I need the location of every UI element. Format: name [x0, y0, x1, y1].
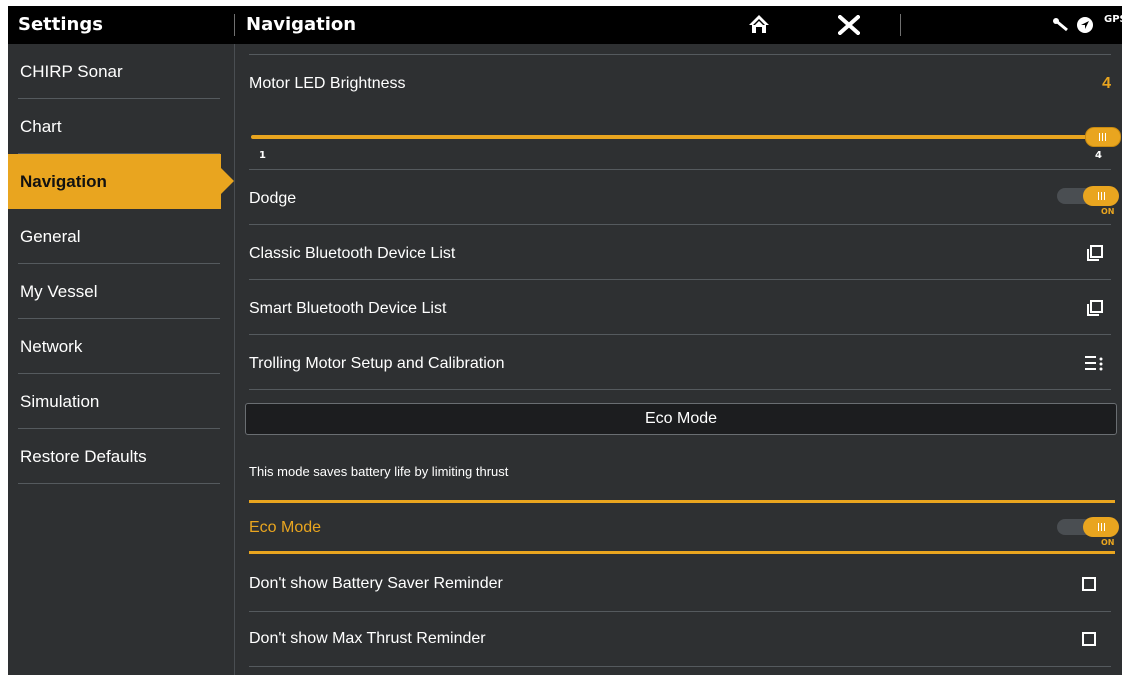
sidebar-item-label: My Vessel	[20, 281, 98, 301]
sidebar-item-label: Restore Defaults	[20, 446, 147, 466]
eco-mode-description: This mode saves battery life by limiting…	[249, 464, 509, 479]
page-title: Navigation	[246, 14, 357, 35]
divider	[249, 169, 1111, 170]
thrust-reminder-row[interactable]: Don't show Max Thrust Reminder	[249, 627, 1121, 651]
divider	[249, 54, 1111, 55]
smart-bluetooth-label: Smart Bluetooth Device List	[249, 300, 447, 317]
trolling-motor-row[interactable]: Trolling Motor Setup and Calibration	[249, 352, 1121, 376]
divider	[249, 279, 1111, 280]
thrust-reminder-checkbox[interactable]	[1082, 632, 1096, 646]
settings-title: Settings	[18, 14, 103, 35]
icon-divider	[900, 14, 901, 36]
sidebar-item-navigation[interactable]: Navigation	[8, 154, 234, 209]
sidebar-item-label: General	[20, 226, 81, 246]
top-bar: Settings Navigation GPS	[8, 6, 1122, 44]
eco-mode-section-title: Eco Mode	[644, 410, 718, 427]
home-icon[interactable]	[748, 13, 770, 35]
sidebar-item-label: Network	[20, 336, 83, 356]
divider	[249, 224, 1111, 225]
eco-mode-toggle-state: ON	[1101, 538, 1115, 547]
sidebar-item-simulation[interactable]: Simulation	[8, 374, 234, 429]
sidebar-item-label: Chart	[20, 116, 62, 136]
trolling-motor-label: Trolling Motor Setup and Calibration	[249, 355, 505, 372]
dodge-toggle[interactable]: ON	[1057, 186, 1121, 216]
slider-max-label: 4	[1095, 150, 1102, 161]
navigation-icon	[1077, 17, 1093, 33]
divider	[249, 666, 1111, 667]
battery-reminder-row[interactable]: Don't show Battery Saver Reminder	[249, 572, 1121, 596]
divider	[249, 611, 1111, 612]
thrust-reminder-label: Don't show Max Thrust Reminder	[249, 630, 486, 647]
battery-reminder-checkbox[interactable]	[1082, 577, 1096, 591]
eco-mode-label: Eco Mode	[249, 519, 322, 536]
highlight-line	[249, 551, 1115, 554]
menu-list-icon[interactable]	[1084, 354, 1104, 372]
divider	[249, 334, 1111, 335]
smart-bluetooth-row[interactable]: Smart Bluetooth Device List	[249, 297, 1121, 321]
sidebar-item-network[interactable]: Network	[8, 319, 234, 374]
sidebar-item-label: Simulation	[20, 391, 100, 411]
settings-panel: Motor LED Brightness 4 1 4 Dodge ON Clas…	[235, 44, 1122, 675]
sidebar-item-chart[interactable]: Chart	[8, 99, 234, 154]
slider-min-label: 1	[259, 150, 266, 161]
highlight-line	[249, 500, 1115, 503]
dodge-label: Dodge	[249, 190, 297, 207]
divider	[249, 389, 1111, 390]
dodge-toggle-state: ON	[1101, 207, 1115, 216]
battery-reminder-label: Don't show Battery Saver Reminder	[249, 575, 503, 592]
app-frame: Settings Navigation GPS CHIRP Sonar Char…	[8, 6, 1122, 675]
motor-led-brightness-row: Motor LED Brightness 4	[249, 72, 1121, 96]
sidebar: CHIRP Sonar Chart Navigation General My …	[8, 44, 234, 675]
dodge-row[interactable]: Dodge	[249, 187, 1121, 211]
device-list-icon[interactable]	[1086, 244, 1104, 262]
device-list-icon[interactable]	[1086, 299, 1104, 317]
gps-indicator: GPS	[1104, 14, 1122, 25]
motor-led-brightness-label: Motor LED Brightness	[249, 75, 406, 92]
sidebar-item-chirp-sonar[interactable]: CHIRP Sonar	[8, 44, 234, 99]
brightness-slider[interactable]	[251, 135, 1101, 139]
motor-led-brightness-value: 4	[1102, 75, 1111, 92]
sidebar-item-restore-defaults[interactable]: Restore Defaults	[8, 429, 234, 484]
close-icon[interactable]	[838, 15, 860, 35]
classic-bluetooth-row[interactable]: Classic Bluetooth Device List	[249, 242, 1121, 266]
eco-mode-toggle[interactable]: ON	[1057, 517, 1121, 547]
classic-bluetooth-label: Classic Bluetooth Device List	[249, 245, 456, 262]
sidebar-item-label: CHIRP Sonar	[20, 61, 123, 81]
sidebar-item-label: Navigation	[20, 171, 107, 191]
eco-mode-row[interactable]: Eco Mode	[249, 516, 1121, 540]
sidebar-item-my-vessel[interactable]: My Vessel	[8, 264, 234, 319]
satellite-icon	[1053, 18, 1068, 32]
brightness-slider-thumb[interactable]	[1085, 127, 1121, 147]
sidebar-item-general[interactable]: General	[8, 209, 234, 264]
eco-mode-section-header: Eco Mode	[245, 403, 1117, 435]
title-divider	[234, 14, 235, 36]
